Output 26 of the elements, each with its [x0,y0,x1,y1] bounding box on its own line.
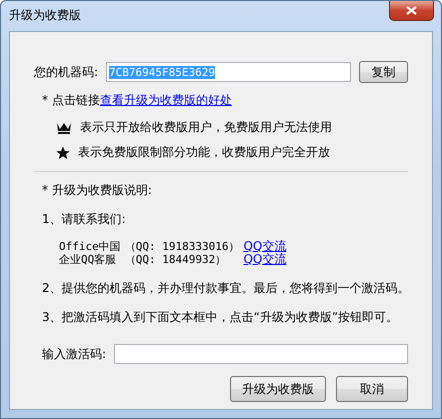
cancel-button[interactable]: 取消 [336,376,408,402]
qq-chat-link[interactable]: QQ交流 [243,253,286,266]
crown-icon [56,122,72,134]
step-text: 2、提供您的机器码，并办理付款事宜。最后，您将得到一个激活码。 [42,280,410,297]
window-title: 升级为收费版 [9,7,81,24]
activation-code-label: 输入激活码: [42,346,106,362]
contact-name: Office中国 [59,240,121,253]
legend-text: 表示只开放给收费版用户，免费版用户无法使用 [80,119,332,136]
star-icon [56,146,70,160]
copy-button[interactable]: 复制 [359,61,408,83]
upgrade-button[interactable]: 升级为收费版 [230,376,326,402]
contact-qq: （QQ: 18449932） [124,253,228,266]
instructions-heading: * 升级为收费版说明: [42,182,152,199]
benefits-prompt: * 点击链接 [42,92,100,109]
activation-code-field[interactable] [114,344,408,364]
benefits-link[interactable]: 查看升级为收费版的好处 [100,92,232,109]
machine-code-value: 7CB76945F85E3629 [109,66,216,78]
close-icon [406,6,417,15]
step-text: 3、把激活码填入到下面文本框中，点击“升级为收费版”按钮即可。 [42,309,398,326]
legend-text: 表示免费版限制部分功能，收费版用户完全开放 [78,144,330,161]
qq-chat-link[interactable]: QQ交流 [243,240,286,253]
contact-name: 企业QQ客服 [59,253,118,266]
machine-code-label: 您的机器码: [34,64,98,80]
step-text: 1、请联系我们: [42,211,126,228]
contact-qq: （QQ: 1918333016） [124,240,240,253]
close-button[interactable] [389,1,434,21]
